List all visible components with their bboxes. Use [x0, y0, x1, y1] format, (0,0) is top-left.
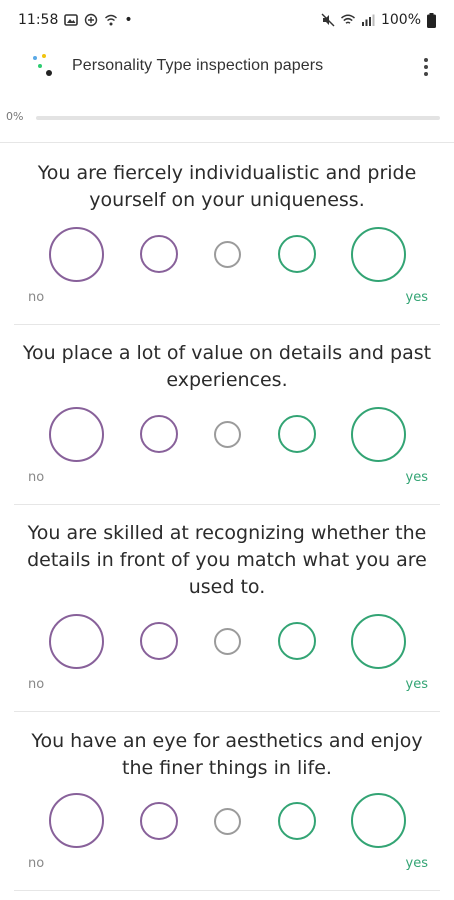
scale-no-label: no: [28, 290, 45, 305]
answer-strongly-agree[interactable]: [351, 407, 406, 462]
divider: [14, 504, 440, 505]
scale-no-label: no: [28, 677, 45, 692]
question-line: You are skilled at recognizing whether t…: [27, 522, 427, 544]
scale-no-label: no: [28, 856, 45, 871]
progress-label: 0%: [6, 110, 24, 123]
answer-strongly-disagree[interactable]: [49, 793, 104, 848]
status-bar: 11:58 • 100%: [0, 0, 454, 40]
battery-percent: 100%: [380, 12, 421, 28]
answer-strongly-disagree[interactable]: [49, 614, 104, 669]
scale-yes-label: yes: [405, 290, 428, 305]
scale-yes-label: yes: [405, 856, 428, 871]
menu-dot: [424, 72, 428, 76]
divider: [14, 890, 440, 891]
progress-bar: [36, 116, 440, 120]
question-text: You place a lot of value on details and …: [16, 340, 438, 394]
question-text: You have an eye for aesthetics and enjoy…: [16, 728, 438, 782]
gallery-icon: [64, 14, 79, 26]
status-left: 11:58 •: [18, 12, 133, 28]
answer-neutral[interactable]: [214, 421, 241, 448]
scale-yes-label: yes: [405, 470, 428, 485]
answer-disagree[interactable]: [140, 415, 178, 453]
progress-row: 0%: [0, 106, 454, 130]
answer-agree[interactable]: [278, 235, 316, 273]
app-logo-icon: [33, 54, 52, 76]
battery-icon: [427, 12, 436, 28]
answer-agree[interactable]: [278, 415, 316, 453]
answer-strongly-agree[interactable]: [351, 614, 406, 669]
answer-agree[interactable]: [278, 622, 316, 660]
scale-yes-label: yes: [405, 677, 428, 692]
notification-icon: [85, 13, 98, 27]
app-bar: Personality Type inspection papers: [0, 40, 454, 96]
menu-dot: [424, 65, 428, 69]
question-line: the finer things in life.: [122, 757, 332, 779]
answer-strongly-agree[interactable]: [351, 793, 406, 848]
scale-no-label: no: [28, 470, 45, 485]
answer-neutral[interactable]: [214, 628, 241, 655]
answer-strongly-agree[interactable]: [351, 227, 406, 282]
status-dot: •: [124, 12, 133, 28]
question-text: You are skilled at recognizing whether t…: [16, 520, 438, 601]
question-line: You are fiercely individualistic and pri…: [37, 162, 417, 184]
question-line: You have an eye for aesthetics and enjoy: [31, 730, 423, 752]
answer-disagree[interactable]: [140, 802, 178, 840]
question-line: You place a lot of value on details and …: [22, 342, 432, 364]
signal-icon: [361, 14, 375, 26]
question-text: You are fiercely individualistic and pri…: [16, 160, 438, 214]
answer-disagree[interactable]: [140, 622, 178, 660]
status-time: 11:58: [18, 12, 59, 28]
more-vert-icon[interactable]: [412, 52, 440, 82]
app-title: Personality Type inspection papers: [72, 57, 324, 74]
answer-strongly-disagree[interactable]: [49, 227, 104, 282]
divider: [14, 711, 440, 712]
question-line: experiences.: [166, 369, 288, 391]
question-line: yourself on your uniqueness.: [89, 189, 365, 211]
answer-strongly-disagree[interactable]: [49, 407, 104, 462]
divider: [14, 324, 440, 325]
question-line: used to.: [188, 576, 266, 598]
wifi-icon: [340, 14, 355, 24]
answer-neutral[interactable]: [214, 808, 241, 835]
answer-neutral[interactable]: [214, 241, 241, 268]
answer-agree[interactable]: [278, 802, 316, 840]
answer-disagree[interactable]: [140, 235, 178, 273]
question-line: details in front of you match what you a…: [27, 549, 427, 571]
divider: [0, 142, 454, 143]
mute-icon: [321, 13, 335, 27]
status-right: 100%: [321, 12, 436, 28]
menu-dot: [424, 58, 428, 62]
wifi-call-icon: [105, 14, 118, 26]
